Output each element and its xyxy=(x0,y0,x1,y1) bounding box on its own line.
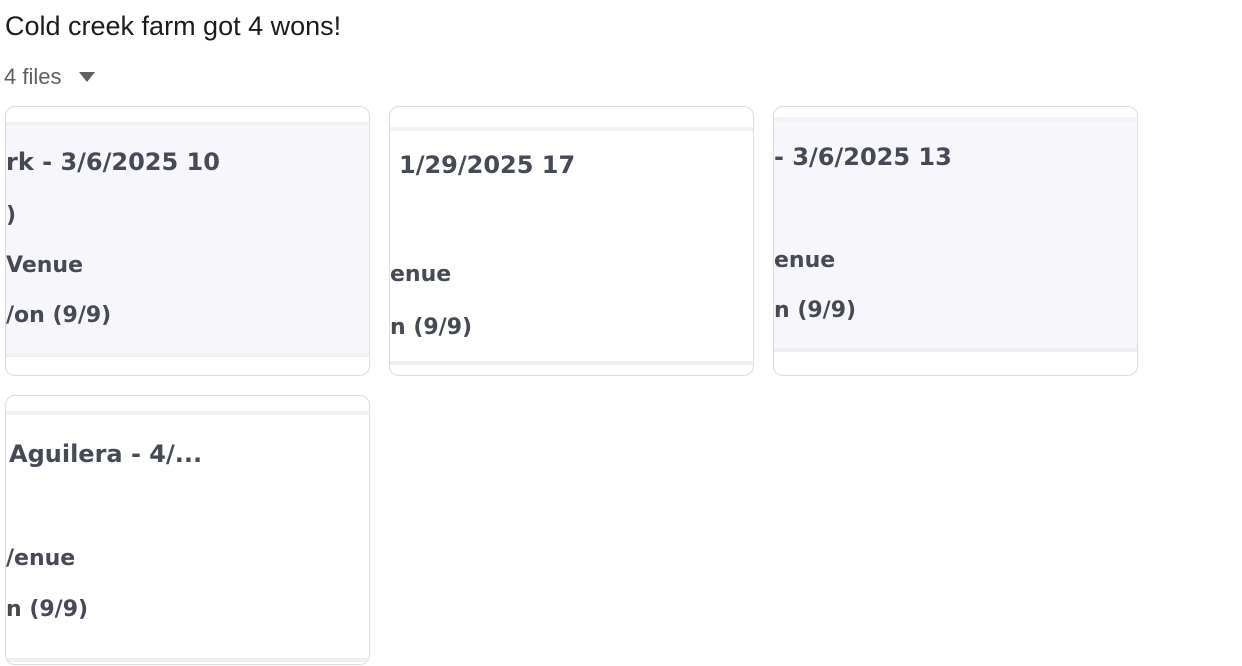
preview-line: /on (9/9) xyxy=(6,303,112,328)
preview-title: Aguilera - 4/... xyxy=(9,440,203,468)
file-card-3[interactable]: - 3/6/2025 13 enue n (9/9) xyxy=(773,106,1138,376)
file-preview: rk - 3/6/2025 10 ) Venue /on (9/9) xyxy=(6,122,369,357)
file-preview: 1/29/2025 17 enue n (9/9) xyxy=(390,127,753,365)
files-toggle[interactable]: 4 files xyxy=(4,63,96,91)
preview-line: n (9/9) xyxy=(390,315,473,340)
file-card-2[interactable]: 1/29/2025 17 enue n (9/9) xyxy=(389,106,754,376)
message-text: Cold creek farm got 4 wons! xyxy=(5,11,342,41)
preview-title: 1/29/2025 17 xyxy=(399,151,576,179)
preview-line: enue xyxy=(390,262,452,287)
preview-line: Venue xyxy=(6,253,83,278)
file-preview: Aguilera - 4/... /enue n (9/9) xyxy=(6,411,369,662)
preview-line: /enue xyxy=(6,546,76,571)
preview-line: ) xyxy=(6,203,17,228)
preview-line: enue xyxy=(774,248,836,273)
preview-line: n (9/9) xyxy=(6,597,89,622)
file-card-4[interactable]: Aguilera - 4/... /enue n (9/9) xyxy=(5,395,370,665)
file-card-1[interactable]: rk - 3/6/2025 10 ) Venue /on (9/9) xyxy=(5,106,370,376)
preview-title: rk - 3/6/2025 10 xyxy=(6,148,220,176)
preview-title: - 3/6/2025 13 xyxy=(774,143,952,171)
files-count-label: 4 files xyxy=(4,64,62,89)
file-preview: - 3/6/2025 13 enue n (9/9) xyxy=(774,117,1137,352)
preview-line: n (9/9) xyxy=(774,298,857,323)
caret-down-icon xyxy=(79,72,96,82)
